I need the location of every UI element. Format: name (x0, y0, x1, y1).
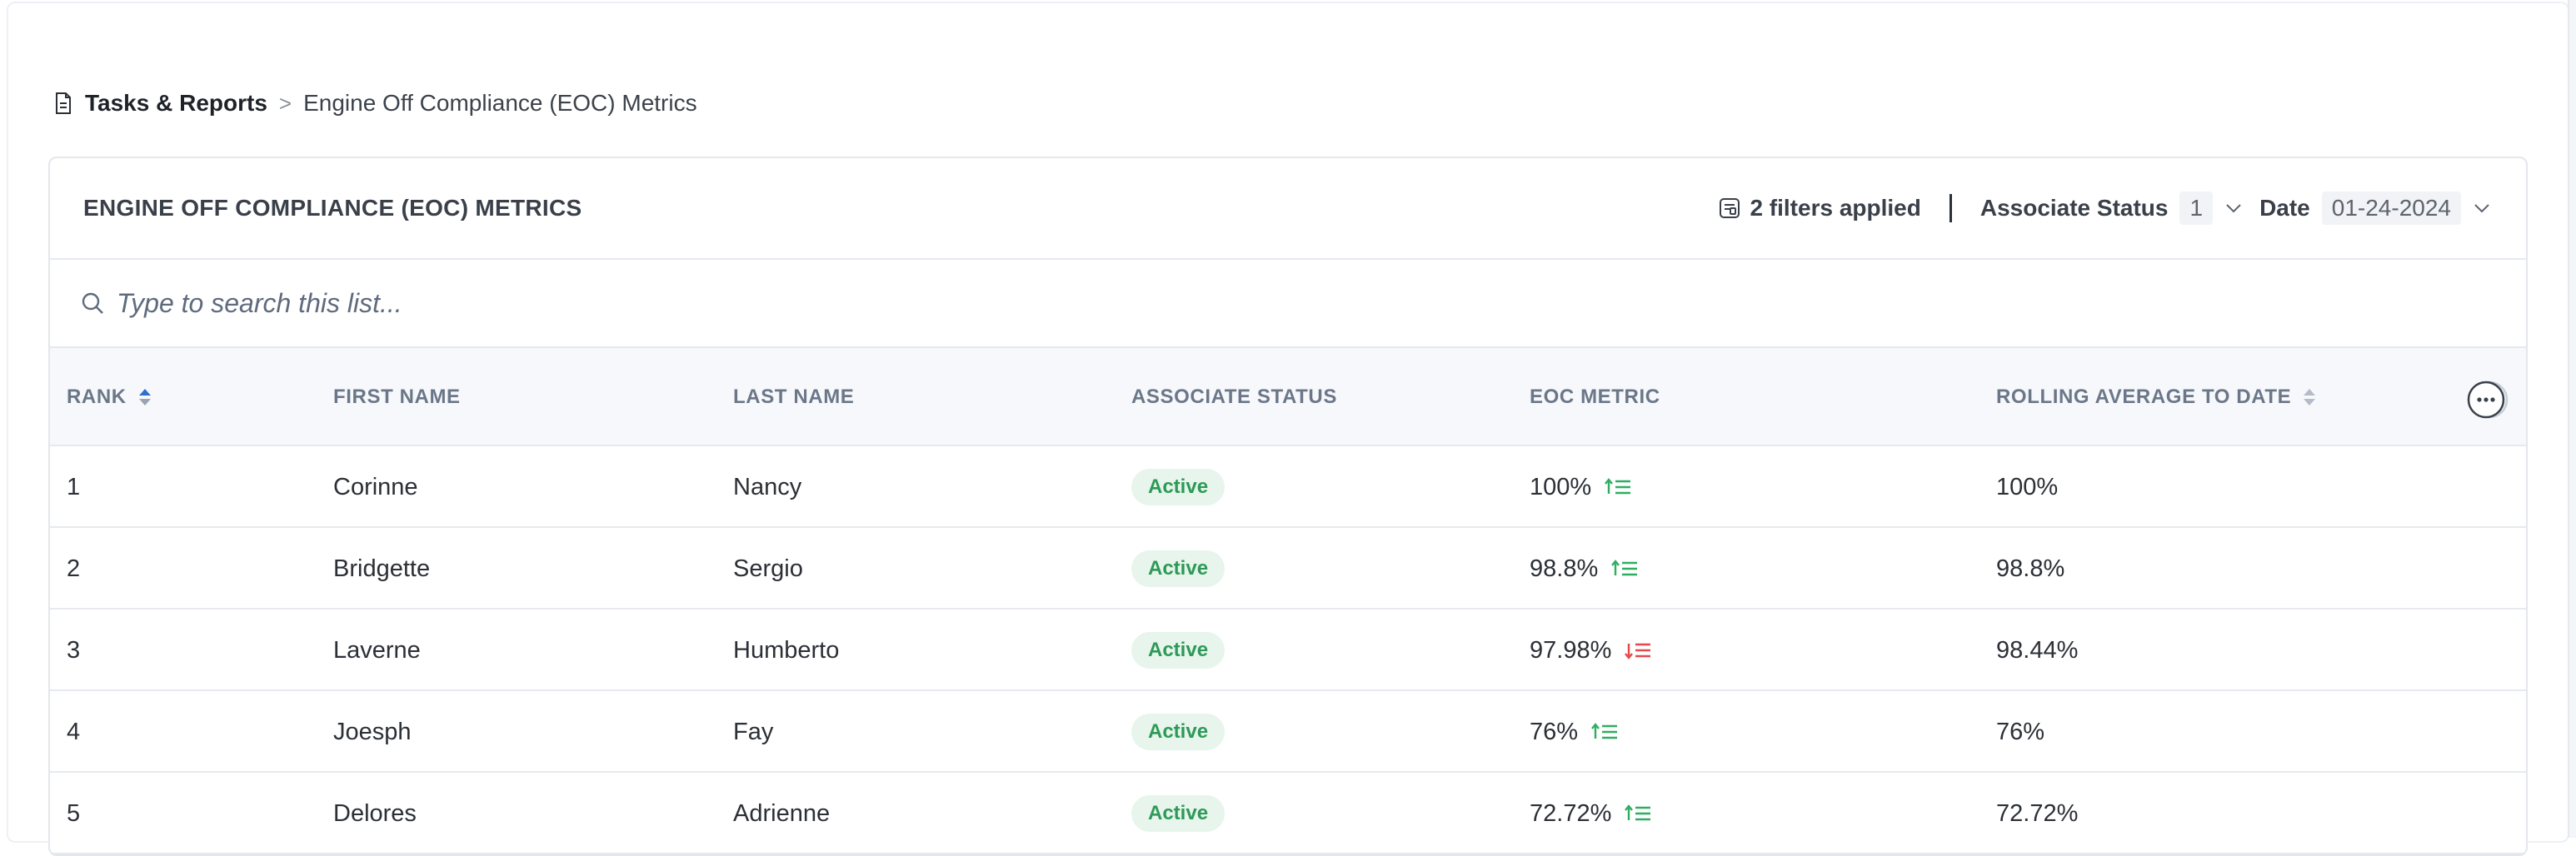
eoc-metric-value: 97.98% (1530, 636, 1612, 664)
cell-first-name: Laverne (333, 636, 421, 664)
column-header-rank[interactable]: RANK (67, 348, 153, 446)
cell-eoc-metric: 72.72% (1530, 773, 1653, 854)
trend-up-list-icon (1611, 560, 1638, 576)
date-filter-label: Date (2259, 195, 2310, 221)
cell-rank: 1 (67, 473, 81, 500)
table-row[interactable]: 2 Bridgette Sergio Active 98.8% 98.8% (50, 528, 2526, 610)
column-header-associate-status[interactable]: ASSOCIATE STATUS (1131, 348, 1337, 446)
cell-rank: 5 (67, 799, 81, 827)
chevron-down-icon (2226, 204, 2241, 213)
table-row[interactable]: 1 Corinne Nancy Active 100% 100% (50, 446, 2526, 528)
column-header-eoc-metric[interactable]: EOC METRIC (1530, 348, 1660, 446)
eoc-metric-value: 72.72% (1530, 799, 1612, 827)
eoc-metric-value: 98.8% (1530, 555, 1599, 582)
filter-divider (1949, 194, 1952, 222)
chevron-down-icon (2474, 204, 2489, 213)
more-options-icon[interactable] (2464, 380, 2511, 420)
column-header-first-name-label: FIRST NAME (333, 386, 461, 408)
status-badge: Active (1131, 632, 1226, 669)
cell-rank: 3 (67, 636, 81, 664)
eoc-metric-value: 76% (1530, 718, 1579, 745)
table-body: 1 Corinne Nancy Active 100% 100% 2 Bridg… (50, 446, 2526, 854)
cell-rolling-average: 100% (1996, 473, 2059, 500)
status-badge: Active (1131, 469, 1226, 505)
cell-eoc-metric: 97.98% (1530, 610, 1653, 691)
cell-rank: 4 (67, 718, 81, 745)
trend-up-list-icon (1591, 723, 1618, 739)
column-header-last-name[interactable]: LAST NAME (733, 348, 854, 446)
sort-arrows-icon[interactable] (2301, 386, 2318, 408)
cell-eoc-metric: 98.8% (1530, 528, 1640, 610)
column-header-rolling-average[interactable]: ROLLING AVERAGE TO DATE (1996, 348, 2318, 446)
filter-list-icon (1720, 198, 1740, 218)
breadcrumb: Tasks & Reports > Engine Off Compliance … (53, 87, 697, 120)
status-badge: Active (1131, 795, 1226, 832)
column-header-associate-status-label: ASSOCIATE STATUS (1131, 386, 1337, 408)
breadcrumb-current: Engine Off Compliance (EOC) Metrics (303, 90, 697, 116)
cell-rolling-average: 72.72% (1996, 799, 2079, 827)
eoc-metric-value: 100% (1530, 473, 1592, 500)
trend-down-list-icon (1625, 643, 1651, 659)
filters-applied-label: 2 filters applied (1750, 195, 1921, 221)
cell-eoc-metric: 76% (1530, 691, 1620, 773)
table-row[interactable]: 5 Delores Adrienne Active 72.72% 72.72% (50, 773, 2526, 854)
cell-rolling-average: 98.8% (1996, 555, 2065, 582)
sort-ascending-icon[interactable] (137, 386, 153, 408)
cell-last-name: Sergio (733, 555, 803, 582)
column-header-first-name[interactable]: FIRST NAME (333, 348, 461, 446)
search-bar (50, 260, 2526, 348)
column-header-last-name-label: LAST NAME (733, 386, 855, 408)
cell-last-name: Adrienne (733, 799, 831, 827)
date-filter-value: 01-24-2024 (2321, 192, 2461, 225)
cell-rank: 2 (67, 555, 81, 582)
cell-first-name: Corinne (333, 473, 418, 500)
table-row[interactable]: 3 Laverne Humberto Active 97.98% 98.44% (50, 610, 2526, 691)
cell-last-name: Humberto (733, 636, 840, 664)
breadcrumb-root-link[interactable]: Tasks & Reports (85, 90, 267, 117)
trend-up-list-icon (1605, 478, 1631, 495)
trend-up-list-icon (1625, 804, 1651, 821)
column-header-rank-label: RANK (67, 386, 127, 408)
table-header: RANK FIRST NAME LAST NAME ASSOCIATE STAT… (50, 348, 2526, 446)
associate-status-filter-count: 1 (2179, 192, 2214, 225)
filter-bar: 2 filters applied Associate Status 1 Dat… (1718, 192, 2508, 225)
status-badge: Active (1131, 550, 1226, 587)
document-icon (56, 92, 71, 114)
card-header: ENGINE OFF COMPLIANCE (EOC) METRICS 2 fi… (50, 158, 2526, 260)
cell-first-name: Bridgette (333, 555, 431, 582)
column-header-eoc-metric-label: EOC METRIC (1530, 386, 1660, 408)
cell-rolling-average: 98.44% (1996, 636, 2079, 664)
cell-associate-status: Active (1131, 610, 1226, 691)
cell-rolling-average: 76% (1996, 718, 2045, 745)
search-input[interactable] (117, 287, 1116, 319)
status-badge: Active (1131, 714, 1226, 750)
scrollbar[interactable] (2568, 0, 2576, 838)
breadcrumb-separator: > (278, 90, 292, 116)
metrics-card: ENGINE OFF COMPLIANCE (EOC) METRICS 2 fi… (48, 157, 2528, 856)
cell-associate-status: Active (1131, 773, 1226, 854)
cell-first-name: Joesph (333, 718, 412, 745)
column-header-rolling-average-label: ROLLING AVERAGE TO DATE (1996, 386, 2292, 408)
cell-last-name: Nancy (733, 473, 802, 500)
table-row[interactable]: 4 Joesph Fay Active 76% 76% (50, 691, 2526, 773)
associate-status-filter-label: Associate Status (1979, 195, 2169, 221)
cell-associate-status: Active (1131, 446, 1226, 528)
filters-applied-button[interactable]: 2 filters applied (1718, 195, 1921, 221)
search-icon (82, 292, 103, 314)
cell-first-name: Delores (333, 799, 417, 827)
cell-eoc-metric: 100% (1530, 446, 1633, 528)
cell-associate-status: Active (1131, 528, 1226, 610)
associate-status-filter[interactable]: Associate Status 1 (1980, 192, 2243, 225)
date-filter[interactable]: Date 01-24-2024 (2259, 192, 2491, 225)
card-title: ENGINE OFF COMPLIANCE (EOC) METRICS (83, 195, 582, 221)
cell-associate-status: Active (1131, 691, 1226, 773)
cell-last-name: Fay (733, 718, 774, 745)
